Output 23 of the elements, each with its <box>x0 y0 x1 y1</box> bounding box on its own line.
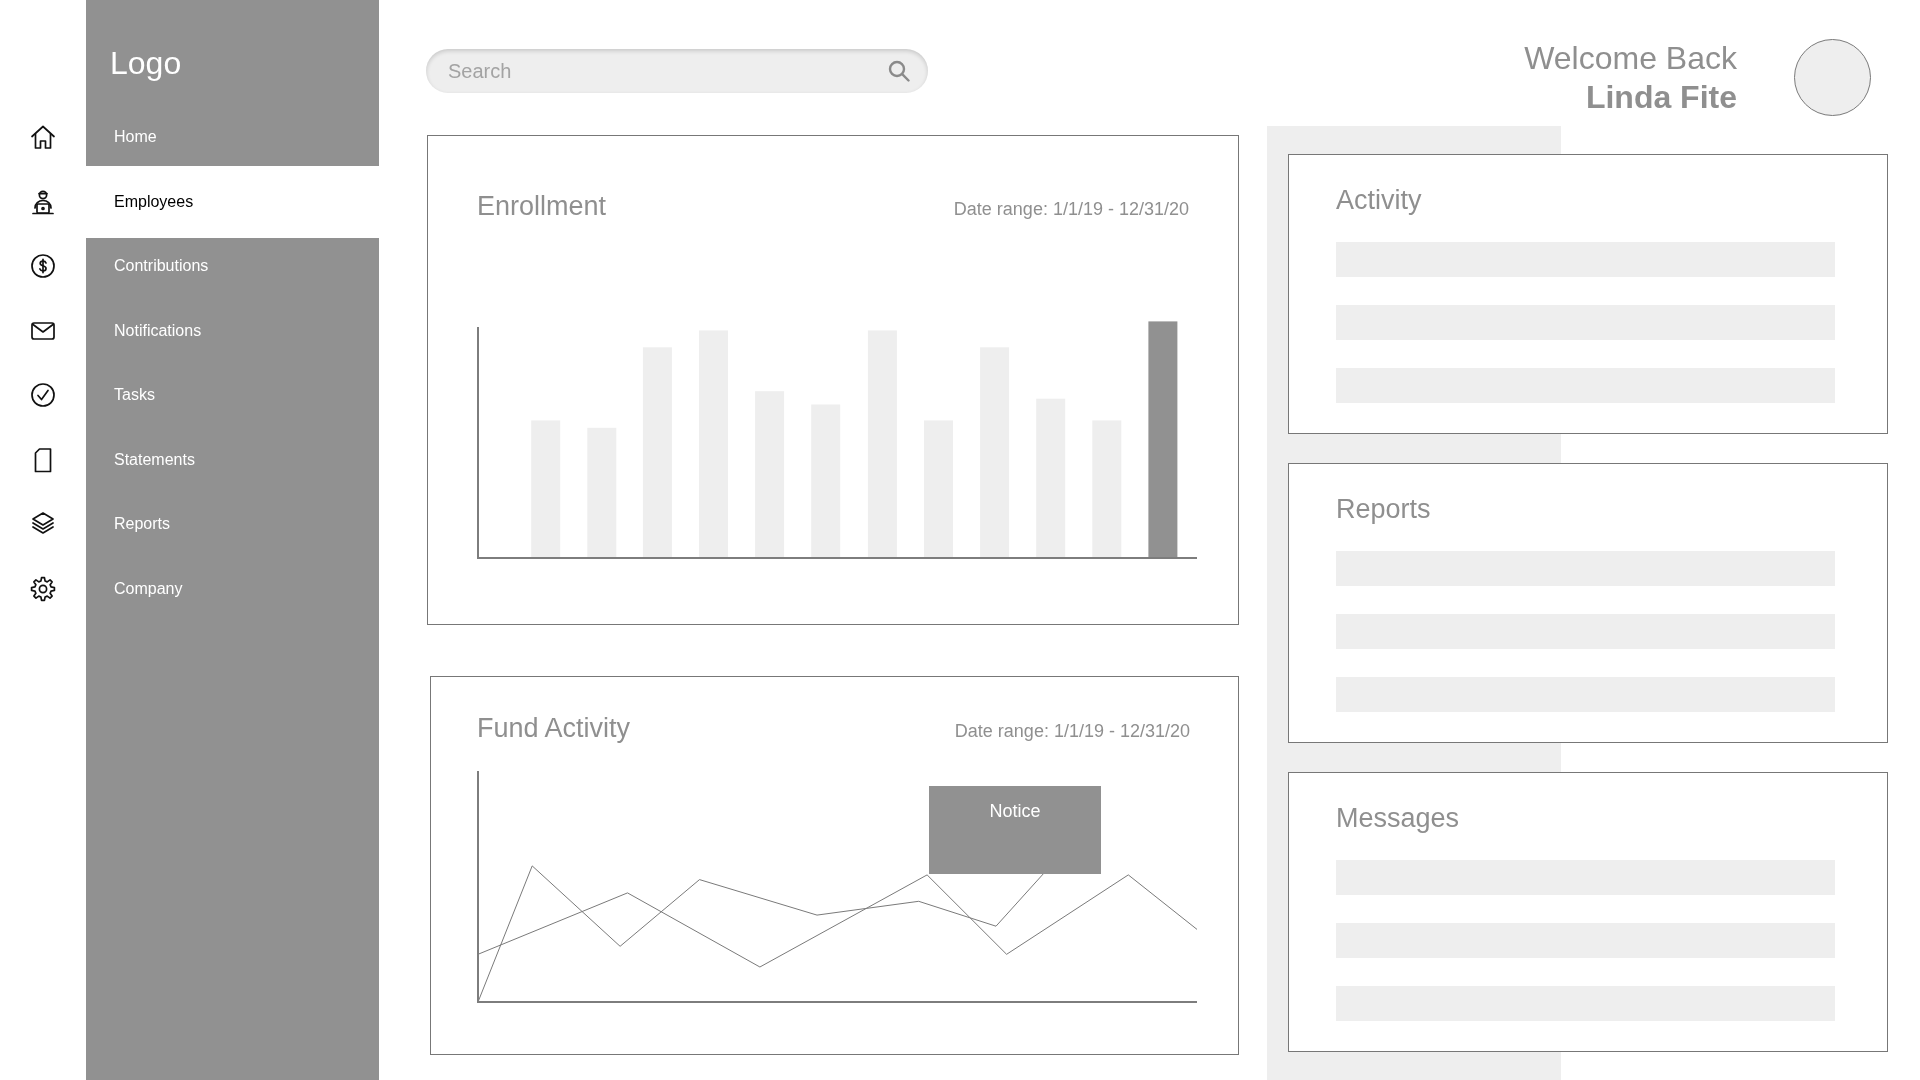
notice-tooltip: Notice <box>929 786 1101 874</box>
card-title: Enrollment <box>477 190 607 222</box>
greeting-text: Welcome Back <box>1524 39 1737 78</box>
nav-item[interactable]: Statements <box>86 427 379 492</box>
check-circle-icon[interactable] <box>29 381 57 410</box>
settings-gear-icon[interactable] <box>29 574 57 603</box>
nav-item[interactable]: Company <box>86 556 379 621</box>
search-field[interactable]: Search <box>426 49 928 93</box>
panel-title: Reports <box>1336 493 1431 525</box>
logo-text: Logo <box>110 45 182 82</box>
user-name: Linda Fite <box>1585 78 1737 117</box>
date-range-text: Date range: 1/1/19 - 12/31/20 <box>953 198 1189 220</box>
panel-title: Activity <box>1336 184 1422 216</box>
home-icon[interactable] <box>29 123 57 152</box>
dollar-coin-icon[interactable] <box>29 252 57 281</box>
panel-title: Messages <box>1336 802 1460 834</box>
card-title: Fund Activity <box>477 712 631 744</box>
date-range-text: Date range: 1/1/19 - 12/31/20 <box>954 720 1190 742</box>
nav-item[interactable]: Notifications <box>86 298 379 363</box>
search-icon[interactable] <box>888 60 910 82</box>
nav-item[interactable]: Tasks <box>86 363 379 428</box>
nav-item[interactable]: Employees <box>86 165 379 238</box>
nav-item[interactable]: Reports <box>86 492 379 557</box>
